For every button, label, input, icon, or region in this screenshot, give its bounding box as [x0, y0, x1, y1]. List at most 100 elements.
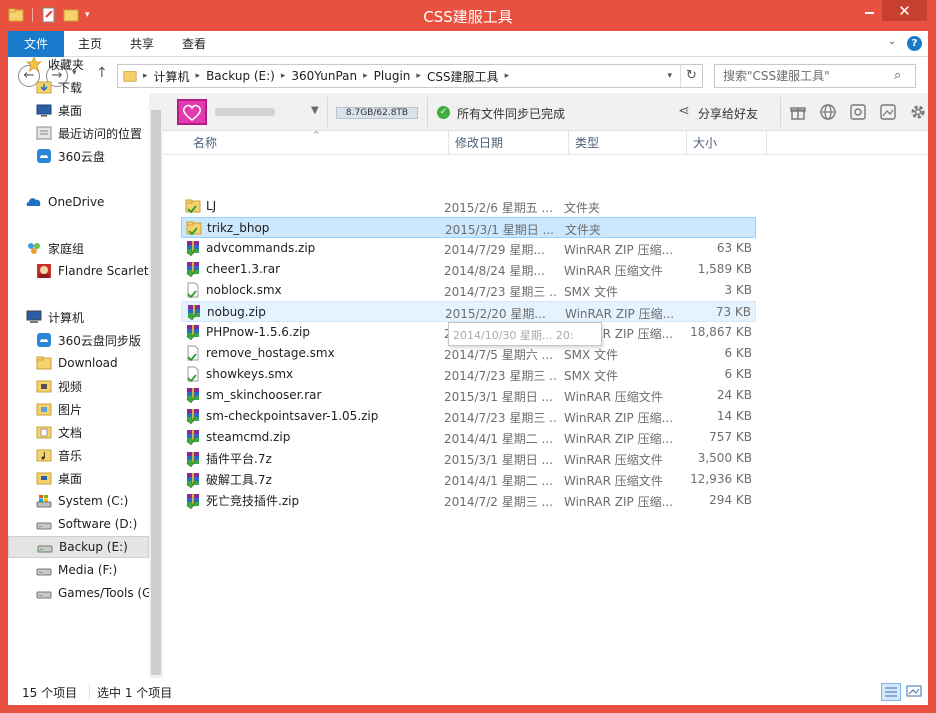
file-row[interactable]: steamcmd.zip 2014/4/1 星期二 ... WinRAR ZIP 压…	[181, 427, 756, 448]
sidebar-item[interactable]: Backup (E:)	[8, 536, 149, 558]
minimize-button[interactable]	[856, 0, 882, 21]
file-row[interactable]: 插件平台.7z 2015/3/1 星期日 ... WinRAR 压缩文件 3,500 …	[181, 448, 756, 469]
sidebar-item[interactable]: 收藏夹	[8, 53, 149, 75]
pictures-folder-icon	[36, 401, 52, 417]
file-name: 破解工具.7z	[206, 473, 272, 487]
tab-view[interactable]: 查看	[172, 31, 216, 57]
file-date: 2014/7/23 星期三 ...	[444, 411, 556, 425]
winrar-icon	[185, 408, 201, 425]
sidebar-item[interactable]: 文档	[8, 421, 149, 443]
share-icon[interactable]: ⋖	[678, 103, 690, 119]
file-row[interactable]: noblock.smx 2014/7/23 星期三 ... SMX 文件 3 KB	[181, 280, 756, 301]
sync-check-icon: ✓	[437, 106, 450, 119]
column-header-type[interactable]: 类型	[569, 131, 687, 155]
file-row[interactable]: trikz_bhop 2015/3/1 星期日 ... 文件夹	[181, 217, 756, 238]
sidebar-item[interactable]: 图片	[8, 398, 149, 420]
address-bar[interactable]: ▸ 计算机 ▸ Backup (E:) ▸ 360YunPan ▸ Plugin…	[117, 64, 703, 88]
navigation-pane: 收藏夹 下载 桌面 最近访问的位置 360云盘 OneDrive 家庭组 Flandre Sc…	[8, 55, 149, 678]
sidebar-item[interactable]: 桌面	[8, 467, 149, 489]
breadcrumb-separator-icon[interactable]: ▸	[416, 71, 421, 81]
cloud-drive-icon	[36, 332, 52, 348]
close-button[interactable]: ✕	[882, 0, 927, 21]
sidebar-item[interactable]: 360云盘	[8, 145, 149, 167]
file-size: 294 KB	[709, 493, 752, 507]
breadcrumb-plugin[interactable]: Plugin	[374, 69, 411, 83]
sidebar-item-label: System (C:)	[58, 494, 129, 508]
breadcrumb-separator-icon[interactable]: ▸	[281, 71, 286, 81]
file-row[interactable]: remove_hostage.smx 2014/7/5 星期六 ... SMX 文件…	[181, 343, 756, 364]
account-dropdown-icon[interactable]: ▼	[311, 105, 319, 116]
sidebar-item-label: 文档	[58, 425, 83, 440]
sidebar-item[interactable]: 360云盘同步版	[8, 329, 149, 351]
file-name: showkeys.smx	[206, 367, 294, 381]
safe-icon[interactable]	[849, 103, 867, 121]
sidebar-item[interactable]: 音乐	[8, 444, 149, 466]
breadcrumb-separator-icon[interactable]: ▸	[363, 71, 368, 81]
help-icon[interactable]: ?	[907, 36, 922, 51]
search-icon[interactable]: ⌕	[894, 68, 901, 83]
column-headers: 名称 ^ 修改日期 类型 大小	[163, 130, 928, 155]
file-row[interactable]: 死亡竞技插件.zip 2014/7/2 星期三 ... WinRAR ZIP 压缩.…	[181, 490, 756, 511]
sidebar-item[interactable]: Flandre Scarlet	[8, 260, 149, 282]
search-input[interactable]: 搜索"CSS建服工具"	[714, 64, 916, 88]
file-date: 2015/2/6 星期五 ...	[444, 201, 553, 215]
file-row[interactable]: nobug.zip 2015/2/20 星期... WinRAR ZIP 压缩...…	[181, 301, 756, 322]
share-button[interactable]: 分享给好友	[698, 105, 758, 122]
file-size: 1,589 KB	[697, 262, 752, 276]
sidebar-item[interactable]: Media (F:)	[8, 559, 149, 581]
file-name-cell: steamcmd.zip	[185, 429, 290, 446]
winrar-icon	[185, 451, 201, 467]
refresh-icon[interactable]: ↻	[680, 65, 702, 87]
sidebar-item[interactable]: Software (D:)	[8, 513, 149, 535]
breadcrumb-360yunpan[interactable]: 360YunPan	[291, 69, 357, 83]
globe-icon[interactable]	[819, 103, 837, 121]
expand-ribbon-icon[interactable]: ⌄	[888, 36, 896, 47]
image-backup-icon[interactable]	[879, 103, 897, 121]
sidebar-item-label: 桌面	[58, 471, 83, 486]
file-row[interactable]: sm-checkpointsaver-1.05.zip 2014/7/23 星期三…	[181, 406, 756, 427]
documents-folder-icon	[36, 424, 52, 440]
sidebar-item[interactable]: 家庭组	[8, 237, 149, 259]
sidebar-item[interactable]: Download	[8, 352, 149, 374]
address-history-icon[interactable]: ▾	[667, 71, 672, 81]
file-row[interactable]: advcommands.zip 2014/7/29 星期... WinRAR ZIP…	[181, 238, 756, 259]
details-view-button[interactable]	[881, 683, 901, 701]
sidebar-item[interactable]: 视频	[8, 375, 149, 397]
file-row[interactable]: sm_skinchooser.rar 2015/3/1 星期日 ... WinRAR…	[181, 385, 756, 406]
file-row[interactable]: cheer1.3.rar 2014/8/24 星期... WinRAR 压缩文件 1,…	[181, 259, 756, 280]
file-size: 14 KB	[716, 409, 752, 423]
drive-icon	[36, 585, 52, 601]
breadcrumb-backup[interactable]: Backup (E:)	[206, 69, 275, 83]
file-type: WinRAR ZIP 压缩...	[564, 432, 672, 446]
breadcrumb-separator-icon[interactable]: ▸	[505, 71, 510, 81]
gift-icon[interactable]	[789, 103, 807, 121]
file-name: noblock.smx	[206, 283, 282, 297]
sidebar-item[interactable]: 下载	[8, 76, 149, 98]
breadcrumb-computer[interactable]: 计算机	[154, 68, 190, 85]
nav-scrollbar-thumb[interactable]	[151, 110, 161, 675]
sidebar-item[interactable]: 桌面	[8, 99, 149, 121]
file-row[interactable]: 破解工具.7z 2014/4/1 星期二 ... WinRAR 压缩文件 12,936…	[181, 469, 756, 490]
sidebar-item[interactable]: System (C:)	[8, 490, 149, 512]
file-type: WinRAR 压缩文件	[564, 264, 663, 278]
file-name: sm-checkpointsaver-1.05.zip	[206, 409, 379, 423]
file-size: 6 KB	[724, 346, 752, 360]
file-row[interactable]: showkeys.smx 2014/7/23 星期三 ... SMX 文件 6 KB	[181, 364, 756, 385]
file-name-cell: 死亡竞技插件.zip	[185, 492, 299, 509]
file-name: advcommands.zip	[206, 241, 316, 255]
sidebar-item[interactable]: 计算机	[8, 306, 149, 328]
large-icons-view-button[interactable]	[905, 683, 925, 701]
file-row[interactable]: LJ 2015/2/6 星期五 ... 文件夹	[181, 196, 756, 217]
breadcrumb-current[interactable]: CSS建服工具	[427, 68, 499, 85]
sidebar-item[interactable]: Games/Tools (G	[8, 582, 149, 604]
sidebar-item[interactable]: OneDrive	[8, 191, 149, 213]
sidebar-item[interactable]: 最近访问的位置	[8, 122, 149, 144]
file-icon	[185, 345, 201, 362]
column-header-date[interactable]: 修改日期	[449, 131, 569, 155]
column-header-size[interactable]: 大小	[687, 131, 767, 155]
folder-icon	[185, 198, 201, 214]
breadcrumb-separator-icon[interactable]: ▸	[196, 71, 201, 81]
user-avatar[interactable]	[177, 99, 207, 125]
nav-scrollbar[interactable]	[149, 93, 163, 678]
gear-icon[interactable]	[909, 103, 927, 121]
